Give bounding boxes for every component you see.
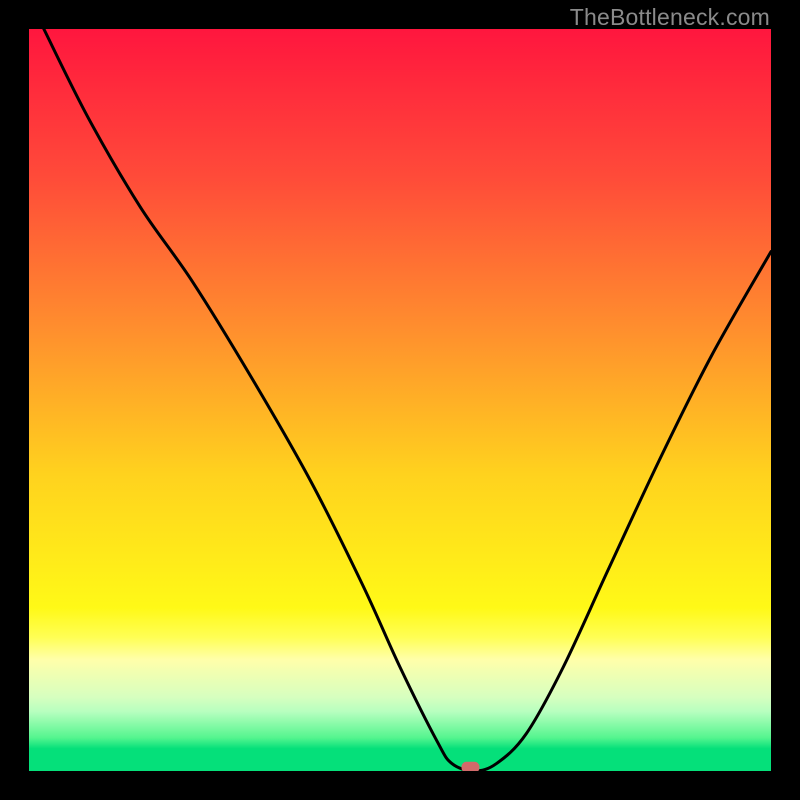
optimal-point-marker	[461, 762, 479, 771]
watermark-text: TheBottleneck.com	[570, 4, 770, 31]
gradient-background	[29, 29, 771, 771]
chart-frame: TheBottleneck.com	[0, 0, 800, 800]
chart-svg	[29, 29, 771, 771]
plot-area	[29, 29, 771, 771]
